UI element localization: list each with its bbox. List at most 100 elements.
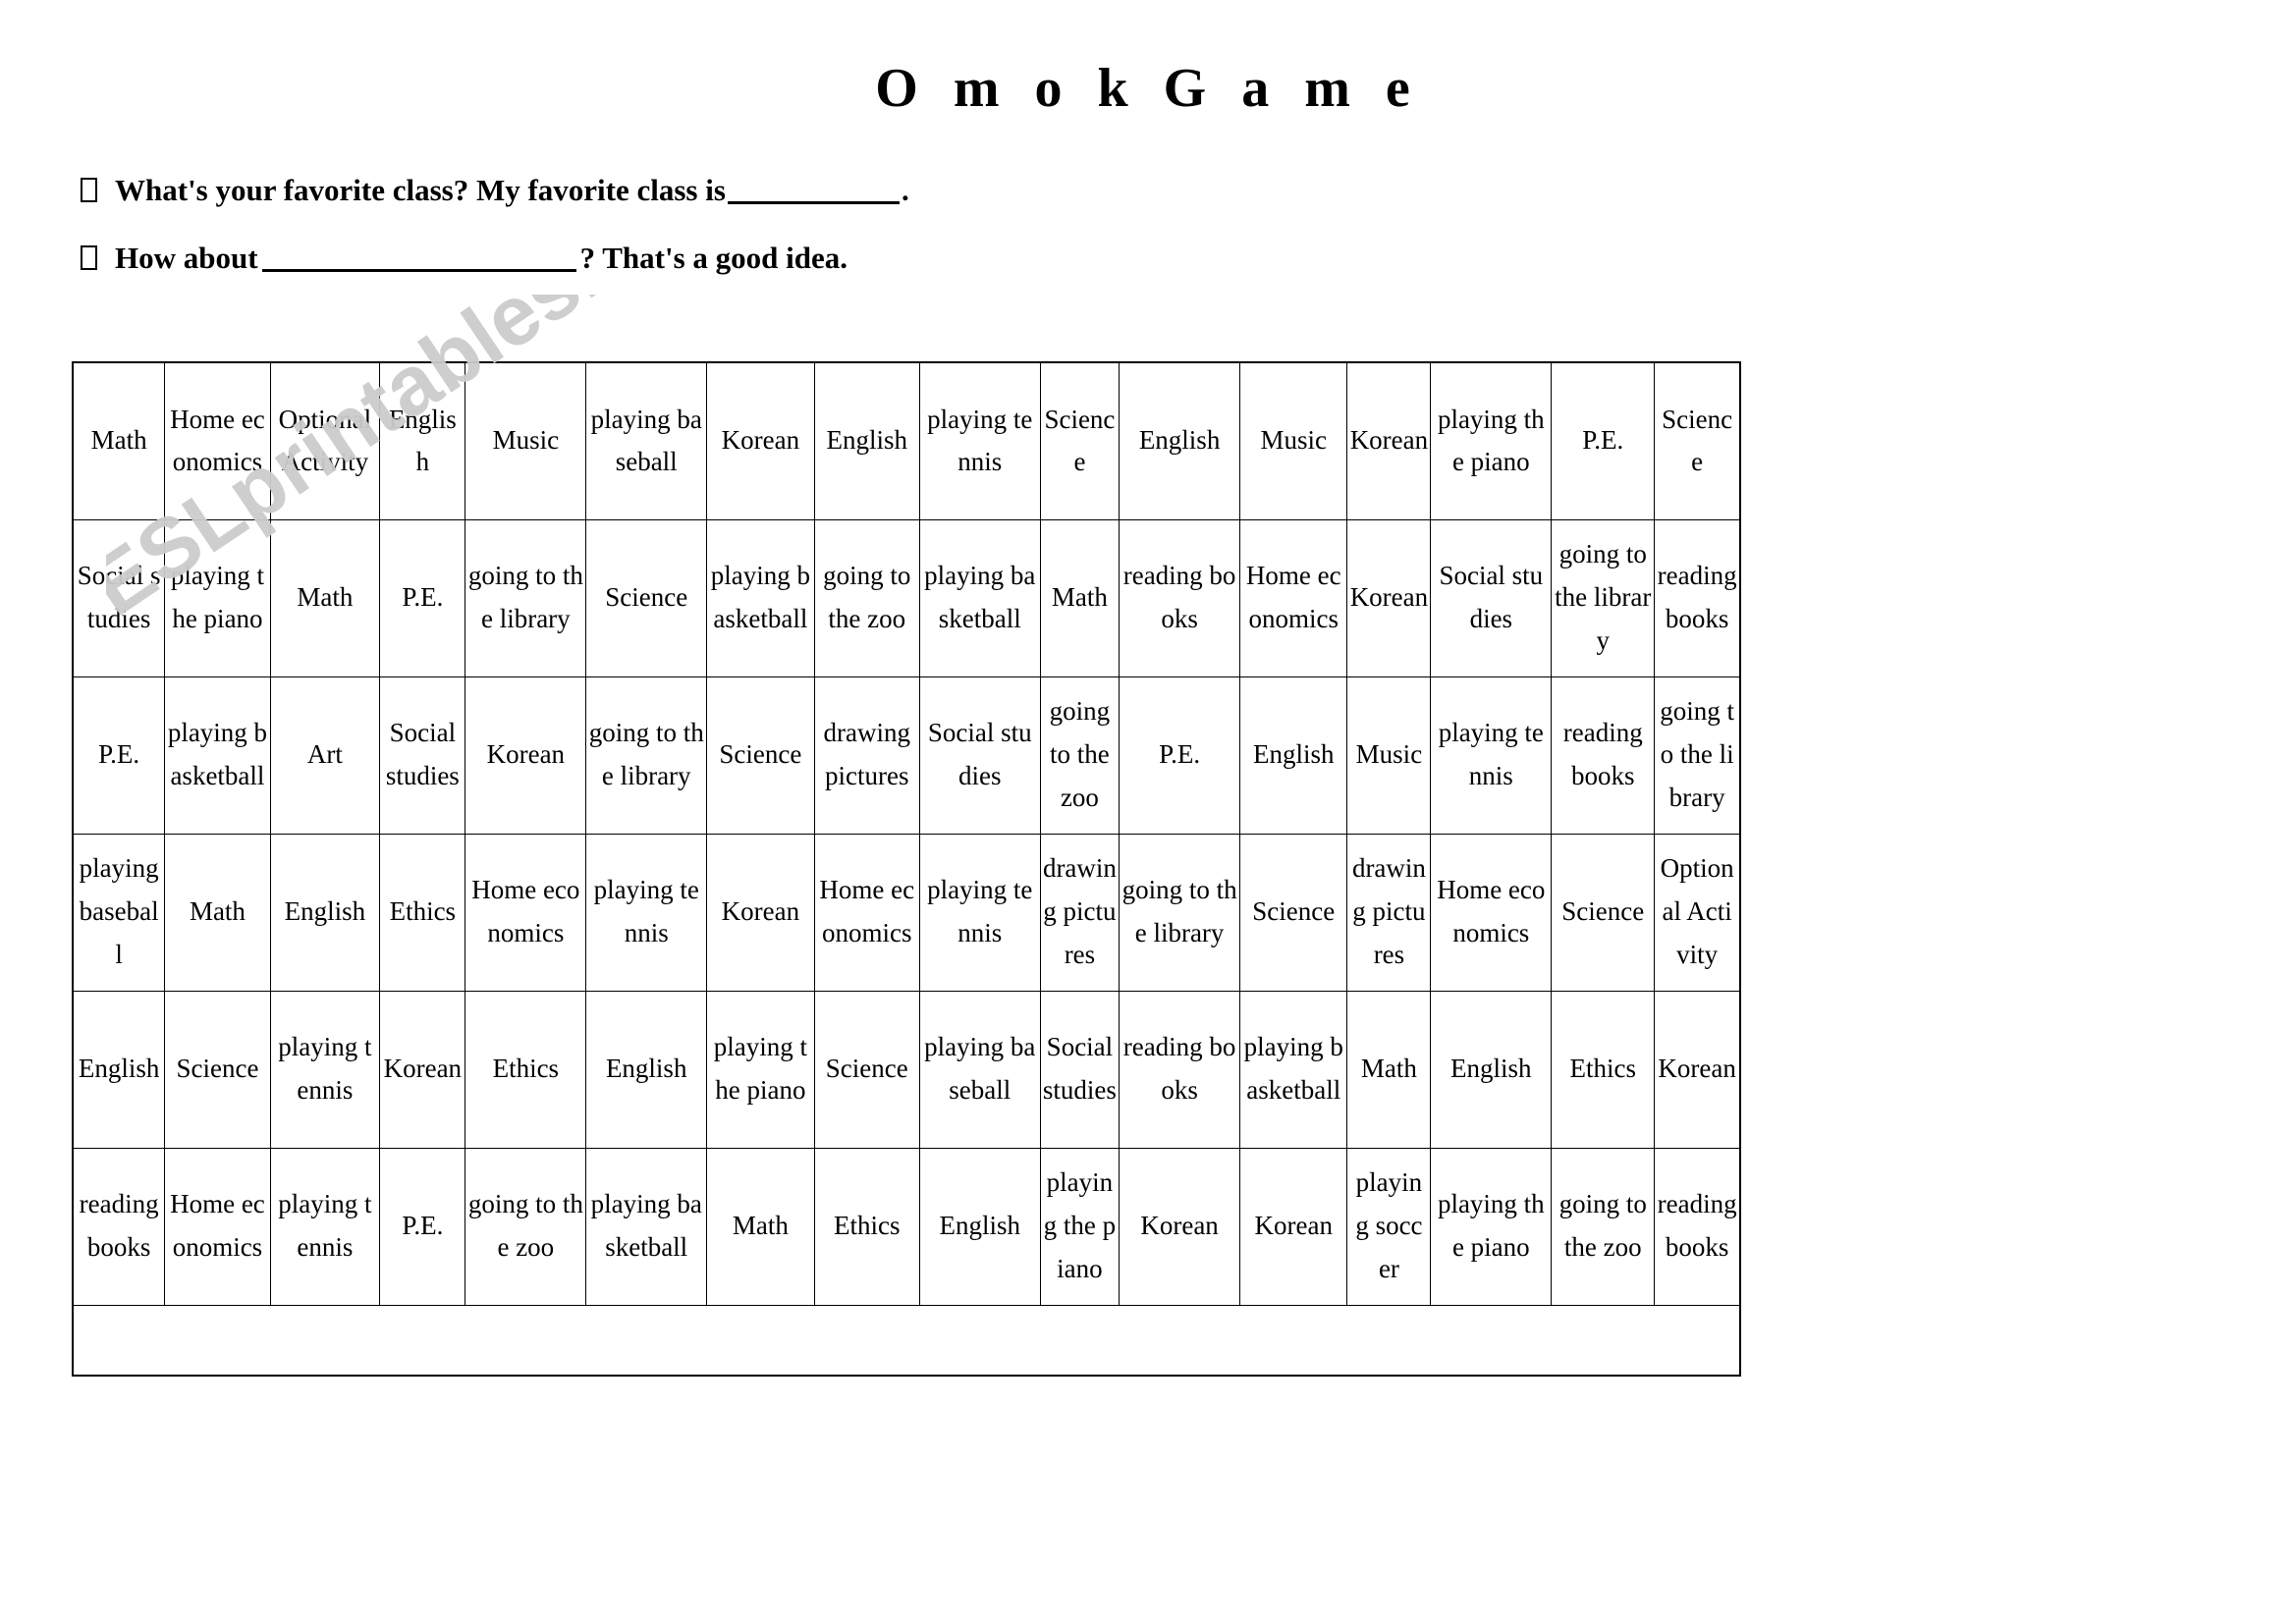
grid-cell[interactable]: playing the piano (706, 990, 815, 1149)
grid-cell[interactable]: playing basketball (1239, 990, 1348, 1149)
grid-cell[interactable]: Math (72, 361, 166, 520)
grid-cell[interactable]: Korean (1346, 361, 1432, 520)
grid-cell[interactable]: P.E. (1551, 361, 1656, 520)
grid-cell[interactable]: Korean (1119, 1147, 1241, 1306)
grid-cell[interactable]: Ethics (813, 1147, 920, 1306)
grid-cell[interactable]: Social studies (1430, 518, 1553, 677)
grid-cell[interactable]: going to the zoo (813, 518, 920, 677)
grid-cell[interactable]: playing baseball (918, 990, 1041, 1149)
grid-cell[interactable]: Science (164, 990, 271, 1149)
grid-cell[interactable]: Home economics (1239, 518, 1348, 677)
grid-cell[interactable]: Science (1551, 833, 1656, 992)
grid-cell[interactable]: reading books (1119, 990, 1241, 1149)
grid-cell[interactable]: Optional Activity (1654, 833, 1741, 992)
grid-cell[interactable]: going to the zoo (1039, 676, 1121, 835)
grid-cell[interactable]: Ethics (1551, 990, 1656, 1149)
grid-cell[interactable]: playing basketball (706, 518, 815, 677)
grid-cell[interactable]: Korean (379, 990, 466, 1149)
grid-cell[interactable]: Korean (706, 833, 815, 992)
grid-blank-cell[interactable] (72, 1304, 1741, 1377)
grid-cell[interactable]: Korean (1239, 1147, 1348, 1306)
grid-cell[interactable]: Home economics (164, 361, 271, 520)
grid-cell[interactable]: P.E. (1119, 676, 1241, 835)
grid-cell[interactable]: P.E. (379, 1147, 466, 1306)
grid-cell[interactable]: Ethics (465, 990, 587, 1149)
grid-cell[interactable]: Science (706, 676, 815, 835)
favorite-class-blank[interactable] (727, 178, 900, 204)
grid-cell[interactable]: P.E. (72, 676, 166, 835)
grid-cell[interactable]: reading books (1119, 518, 1241, 677)
grid-cell[interactable]: going to the library (585, 676, 708, 835)
grid-cell[interactable]: English (1239, 676, 1348, 835)
grid-cell[interactable]: Korean (1654, 990, 1741, 1149)
grid-cell[interactable]: Home economics (1430, 833, 1553, 992)
grid-cell[interactable]: English (1119, 361, 1241, 520)
grid-cell[interactable]: English (72, 990, 166, 1149)
grid-cell[interactable]: English (1430, 990, 1553, 1149)
grid-cell[interactable]: playing tennis (918, 833, 1041, 992)
grid-cell[interactable]: playing tennis (269, 1147, 381, 1306)
grid-cell[interactable]: reading books (1654, 1147, 1741, 1306)
bullet-box-icon (81, 245, 97, 270)
grid-cell[interactable]: Korean (706, 361, 815, 520)
grid-cell[interactable]: drawing pictures (813, 676, 920, 835)
grid-cell[interactable]: Optional Activity (269, 361, 381, 520)
grid-cell[interactable]: playing the piano (164, 518, 271, 677)
grid-cell[interactable]: Science (1239, 833, 1348, 992)
grid-cell[interactable]: Math (164, 833, 271, 992)
grid-cell[interactable]: playing the piano (1039, 1147, 1121, 1306)
grid-cell[interactable]: Music (1239, 361, 1348, 520)
grid-cell[interactable]: Music (465, 361, 587, 520)
grid-cell[interactable]: Ethics (379, 833, 466, 992)
grid-cell[interactable]: playing tennis (269, 990, 381, 1149)
grid-cell[interactable]: playing baseball (585, 361, 708, 520)
grid-cell[interactable]: playing basketball (918, 518, 1041, 677)
grid-cell[interactable]: going to the library (465, 518, 587, 677)
grid-cell[interactable]: playing tennis (918, 361, 1041, 520)
grid-cell[interactable]: Art (269, 676, 381, 835)
grid-cell[interactable]: Science (813, 990, 920, 1149)
grid-cell[interactable]: English (918, 1147, 1041, 1306)
grid-cell[interactable]: Science (1654, 361, 1741, 520)
grid-cell[interactable]: drawing pictures (1346, 833, 1432, 992)
grid-cell[interactable]: reading books (1551, 676, 1656, 835)
grid-cell[interactable]: Music (1346, 676, 1432, 835)
grid-cell[interactable]: reading books (1654, 518, 1741, 677)
grid-cell[interactable]: Math (1346, 990, 1432, 1149)
grid-cell[interactable]: Home economics (465, 833, 587, 992)
grid-cell[interactable]: going to the library (1551, 518, 1656, 677)
grid-cell[interactable]: playing the piano (1430, 361, 1553, 520)
grid-cell[interactable]: playing the piano (1430, 1147, 1553, 1306)
grid-cell[interactable]: playing baseball (72, 833, 166, 992)
grid-cell[interactable]: playing basketball (585, 1147, 708, 1306)
grid-cell[interactable]: playing tennis (1430, 676, 1553, 835)
grid-cell[interactable]: P.E. (379, 518, 466, 677)
grid-cell[interactable]: Home economics (164, 1147, 271, 1306)
grid-cell[interactable]: reading books (72, 1147, 166, 1306)
grid-cell[interactable]: going to the library (1119, 833, 1241, 992)
grid-cell[interactable]: English (269, 833, 381, 992)
grid-cell[interactable]: Social studies (918, 676, 1041, 835)
grid-cell[interactable]: English (379, 361, 466, 520)
grid-cell[interactable]: Social studies (72, 518, 166, 677)
grid-cell[interactable]: Korean (465, 676, 587, 835)
grid-cell[interactable]: playing tennis (585, 833, 708, 992)
grid-cell[interactable]: going to the zoo (1551, 1147, 1656, 1306)
grid-cell[interactable]: Korean (1346, 518, 1432, 677)
grid-cell[interactable]: Home economics (813, 833, 920, 992)
grid-cell[interactable]: Social studies (1039, 990, 1121, 1149)
grid-cell[interactable]: drawing pictures (1039, 833, 1121, 992)
grid-cell[interactable]: Science (1039, 361, 1121, 520)
grid-cell[interactable]: playing soccer (1346, 1147, 1432, 1306)
how-about-blank[interactable] (261, 245, 576, 272)
grid-cell[interactable]: going to the zoo (465, 1147, 587, 1306)
grid-cell[interactable]: English (585, 990, 708, 1149)
grid-cell[interactable]: Math (706, 1147, 815, 1306)
grid-cell[interactable]: Math (1039, 518, 1121, 677)
grid-cell[interactable]: Math (269, 518, 381, 677)
grid-cell[interactable]: Social studies (379, 676, 466, 835)
grid-cell[interactable]: English (813, 361, 920, 520)
grid-cell[interactable]: Science (585, 518, 708, 677)
grid-cell[interactable]: going to the library (1654, 676, 1741, 835)
grid-cell[interactable]: playing basketball (164, 676, 271, 835)
